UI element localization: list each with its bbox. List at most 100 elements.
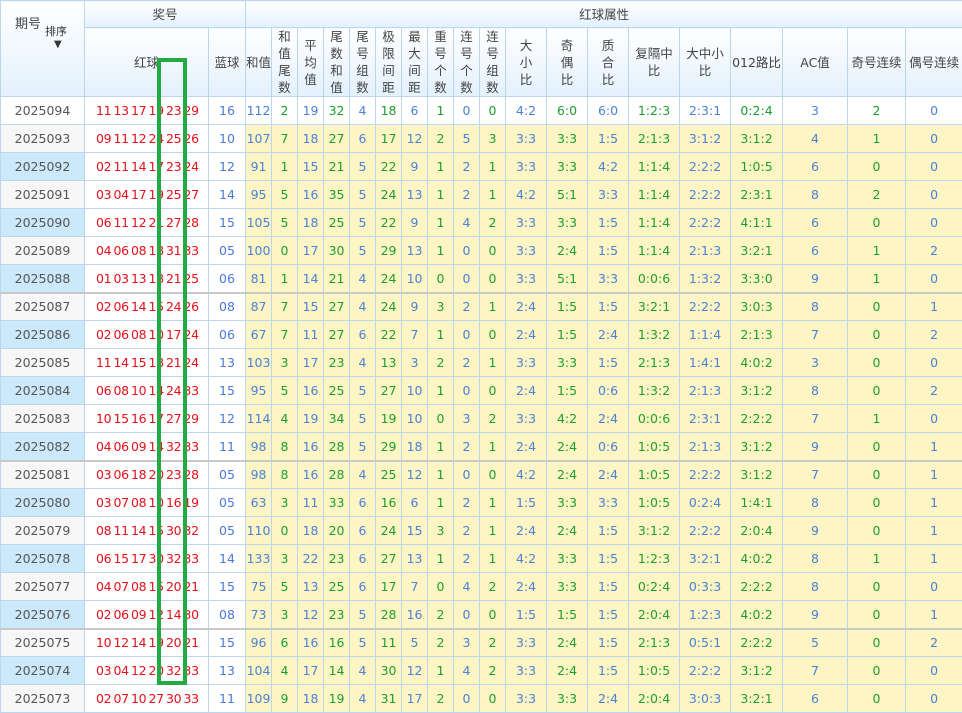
attr-cell-14: 2:2:2 [680, 181, 731, 209]
attr-cell-9: 1 [480, 293, 506, 321]
attr-cell-0: 100 [246, 237, 272, 265]
attr-cell-12: 3:3 [588, 181, 629, 209]
attr-cell-15: 4:0:2 [731, 545, 783, 573]
table-row: 20250831015161727291211441934519100323:3… [1, 405, 962, 433]
attr-cell-9: 1 [480, 433, 506, 461]
attr-cell-6: 5 [402, 629, 428, 657]
attr-cell-9: 2 [480, 209, 506, 237]
attr-cell-10: 3:3 [506, 405, 547, 433]
attr-cell-17: 0 [848, 433, 906, 461]
attr-cell-0: 98 [246, 461, 272, 489]
attr-cell-3: 27 [324, 125, 350, 153]
red-balls-cell: 111317192329 [85, 97, 209, 125]
attr-cell-9: 2 [480, 629, 506, 657]
attr-cell-1: 5 [272, 377, 298, 405]
attr-cell-14: 0:3:3 [680, 573, 731, 601]
attr-cell-14: 2:2:2 [680, 517, 731, 545]
attr-cell-10: 3:3 [506, 657, 547, 685]
attr-cell-8: 4 [454, 209, 480, 237]
attr-cell-13: 3:2:1 [629, 293, 680, 321]
attr-cell-5: 13 [376, 349, 402, 377]
attr-cell-12: 2:4 [588, 461, 629, 489]
attr-header-5: 极限间距 [376, 28, 402, 97]
attr-cell-6: 7 [402, 321, 428, 349]
attr-cell-11: 6:0 [547, 97, 588, 125]
attr-cell-16: 3 [783, 349, 848, 377]
lottery-history-table: 期号 排序 ▼ 奖号 红球属性 红球 蓝球 和值和值尾数平均值尾数和值尾号组数极… [0, 0, 962, 713]
period-header[interactable]: 期号 排序 ▼ [1, 1, 85, 97]
period-cell: 2025094 [1, 97, 85, 125]
attr-cell-13: 0:0:6 [629, 405, 680, 433]
attr-cell-1: 3 [272, 601, 298, 629]
attr-cell-16: 7 [783, 405, 848, 433]
attr-cell-13: 1:2:3 [629, 545, 680, 573]
attr-cell-13: 1:2:3 [629, 97, 680, 125]
attr-cell-8: 0 [454, 461, 480, 489]
red-ball-number: 29 [184, 103, 202, 118]
red-ball-number: 19 [149, 103, 167, 118]
table-row: 2025094111317192329161122193241861004:26… [1, 97, 962, 125]
attr-cell-9: 0 [480, 377, 506, 405]
attr-cell-13: 1:0:5 [629, 489, 680, 517]
red-ball-number: 23 [166, 103, 184, 118]
attr-cell-7: 2 [428, 349, 454, 377]
attr-cell-17: 0 [848, 573, 906, 601]
attr-header-17: 奇号连续 [848, 28, 906, 97]
period-cell: 2025078 [1, 545, 85, 573]
attr-cell-15: 4:0:2 [731, 601, 783, 629]
attr-cell-10: 2:4 [506, 377, 547, 405]
attr-cell-16: 8 [783, 377, 848, 405]
attr-cell-3: 28 [324, 433, 350, 461]
attr-cell-14: 1:4:1 [680, 349, 731, 377]
attr-cell-4: 4 [350, 461, 376, 489]
attr-cell-15: 3:1:2 [731, 461, 783, 489]
attr-cell-1: 7 [272, 125, 298, 153]
attr-cell-9: 1 [480, 489, 506, 517]
attr-cell-16: 7 [783, 321, 848, 349]
attr-cell-12: 2:4 [588, 405, 629, 433]
attr-cell-3: 19 [324, 685, 350, 713]
attr-cell-1: 5 [272, 181, 298, 209]
attr-cell-8: 0 [454, 685, 480, 713]
attr-cell-11: 3:3 [547, 573, 588, 601]
attr-cell-5: 24 [376, 293, 402, 321]
attr-cell-4: 6 [350, 489, 376, 517]
attr-cell-3: 14 [324, 657, 350, 685]
attr-cell-2: 15 [298, 153, 324, 181]
attr-cell-11: 1:5 [547, 601, 588, 629]
red-ball-number: 11 [96, 103, 114, 118]
attr-cell-10: 4:2 [506, 97, 547, 125]
red-ball-number: 21 [149, 215, 167, 230]
attr-cell-1: 4 [272, 657, 298, 685]
attr-cell-18: 0 [906, 181, 962, 209]
attr-cell-2: 16 [298, 181, 324, 209]
attr-cell-18: 0 [906, 657, 962, 685]
red-ball-number: 33 [184, 383, 202, 398]
attr-cell-6: 9 [402, 293, 428, 321]
red-balls-cell: 081114153032 [85, 517, 209, 545]
prize-group-header: 奖号 [85, 1, 246, 28]
red-ball-number: 20 [166, 579, 184, 594]
period-cell: 2025093 [1, 125, 85, 153]
attr-cell-16: 7 [783, 461, 848, 489]
attr-cell-15: 2:0:4 [731, 517, 783, 545]
sort-arrow-down-icon[interactable]: ▼ [54, 36, 62, 53]
attr-cell-0: 87 [246, 293, 272, 321]
period-cell: 2025089 [1, 237, 85, 265]
red-ball-number: 08 [131, 495, 149, 510]
attr-cell-4: 6 [350, 125, 376, 153]
attr-cell-4: 4 [350, 97, 376, 125]
red-ball-number: 27 [166, 411, 184, 426]
attr-cell-14: 0:5:1 [680, 629, 731, 657]
attr-cell-11: 3:3 [547, 545, 588, 573]
attr-cell-1: 0 [272, 517, 298, 545]
red-ball-number: 10 [131, 691, 149, 706]
attr-cell-13: 2:1:3 [629, 349, 680, 377]
attr-cell-5: 29 [376, 237, 402, 265]
red-ball-number: 27 [184, 187, 202, 202]
attr-cell-7: 0 [428, 573, 454, 601]
red-ball-number: 32 [166, 663, 184, 678]
attr-cell-10: 3:3 [506, 265, 547, 293]
attr-cell-6: 10 [402, 377, 428, 405]
red-ball-number: 18 [149, 243, 167, 258]
